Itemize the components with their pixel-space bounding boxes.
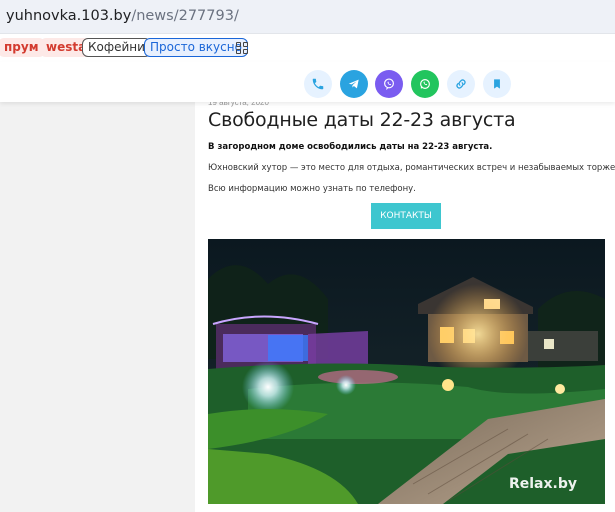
url-path: /news/277793/ xyxy=(131,8,239,24)
bookmark-prum[interactable]: прум xyxy=(0,38,45,57)
phone-icon[interactable] xyxy=(304,70,332,98)
article-paragraph: Всю информацию можно узнать по телефону. xyxy=(208,184,416,194)
contacts-button[interactable]: КОНТАКТЫ xyxy=(371,203,441,229)
url-text[interactable]: yuhnovka.103.by/news/277793/ xyxy=(6,8,239,24)
address-bar[interactable]: yuhnovka.103.by/news/277793/ xyxy=(0,0,615,34)
bookmark-prosto-vkusno[interactable]: Просто вкусно xyxy=(144,38,248,57)
share-toolbar xyxy=(0,62,615,102)
bookmarks-bar: прум westa Кофейни Просто вкусно xyxy=(0,34,615,62)
whatsapp-icon[interactable] xyxy=(411,70,439,98)
viber-icon[interactable] xyxy=(375,70,403,98)
bookmark-coffee[interactable]: Кофейни xyxy=(82,38,151,57)
article-title: Свободные даты 22-23 августа xyxy=(208,109,516,131)
apps-grid-icon[interactable] xyxy=(236,42,248,54)
night-house-photo xyxy=(208,239,605,504)
article-paragraph: Юхновский хутор — это место для отдыха, … xyxy=(208,163,615,173)
bookmark-icon[interactable] xyxy=(483,70,511,98)
photo-watermark: Relax.by xyxy=(508,476,577,492)
telegram-icon[interactable] xyxy=(340,70,368,98)
left-sidebar xyxy=(0,102,195,512)
article-photo: Relax.by xyxy=(208,239,605,504)
article-lead: В загородном доме освободились даты на 2… xyxy=(208,142,493,152)
url-host: yuhnovka.103.by xyxy=(6,8,132,24)
link-icon[interactable] xyxy=(447,70,475,98)
